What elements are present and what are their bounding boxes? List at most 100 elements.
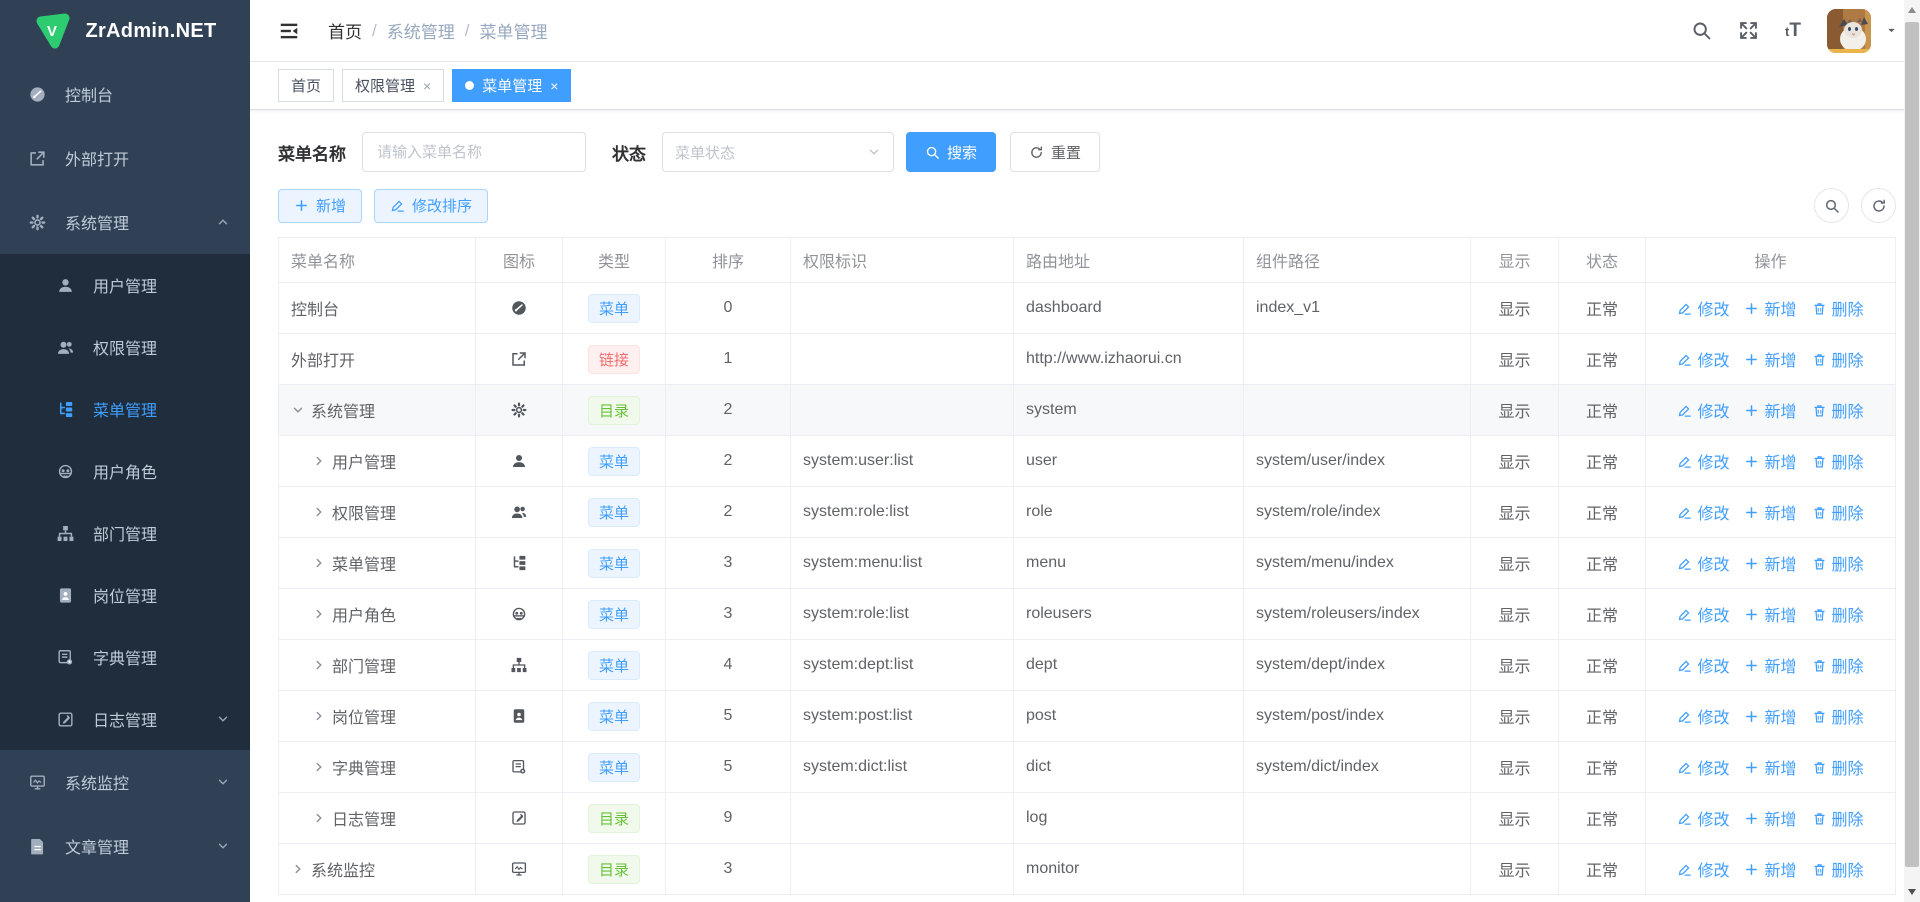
row-delete-link[interactable]: 删除 <box>1812 653 1864 677</box>
row-edit-link[interactable]: 修改 <box>1677 602 1729 626</box>
sidebar-item-log[interactable]: 日志管理 <box>0 688 250 750</box>
permission-cell: system:dict:list <box>791 742 1014 792</box>
row-add-link[interactable]: 新增 <box>1744 347 1796 371</box>
menu-name-cell: 字典管理 <box>279 742 476 792</box>
scrollbar-thumb[interactable] <box>1905 22 1919 867</box>
refresh-table-button[interactable] <box>1861 188 1896 223</box>
row-edit-link[interactable]: 修改 <box>1677 347 1729 371</box>
row-delete-link[interactable]: 删除 <box>1812 551 1864 575</box>
row-delete-link[interactable]: 删除 <box>1812 602 1864 626</box>
row-edit-link[interactable]: 修改 <box>1677 449 1729 473</box>
row-edit-link[interactable]: 修改 <box>1677 857 1729 881</box>
row-add-link[interactable]: 新增 <box>1744 398 1796 422</box>
menu-name-cell: 控制台 <box>279 283 476 333</box>
row-edit-link[interactable]: 修改 <box>1677 755 1729 779</box>
add-menu-button[interactable]: 新增 <box>278 189 362 223</box>
menu-type-cell: 菜单 <box>563 538 666 588</box>
row-add-link[interactable]: 新增 <box>1744 602 1796 626</box>
sidebar-item-user[interactable]: 用户管理 <box>0 254 250 316</box>
row-edit-link[interactable]: 修改 <box>1677 704 1729 728</box>
tab-menu-manage[interactable]: 菜单管理 <box>452 69 571 102</box>
tab-close-icon[interactable] <box>423 78 431 94</box>
row-delete-link-label: 删除 <box>1832 398 1864 422</box>
row-delete-link[interactable]: 删除 <box>1812 704 1864 728</box>
tab-role-manage[interactable]: 权限管理 <box>342 69 444 102</box>
sidebar-item-dict[interactable]: 字典管理 <box>0 626 250 688</box>
route-cell: monitor <box>1014 844 1244 894</box>
column-header-7: 显示 <box>1471 238 1559 282</box>
user-avatar[interactable] <box>1827 9 1871 53</box>
row-delete-link[interactable]: 删除 <box>1812 347 1864 371</box>
row-delete-link[interactable]: 删除 <box>1812 296 1864 320</box>
sidebar-item-post[interactable]: 岗位管理 <box>0 564 250 626</box>
browser-scrollbar[interactable] <box>1904 0 1920 902</box>
route-cell: dict <box>1014 742 1244 792</box>
sidebar-item-external[interactable]: 外部打开 <box>0 126 250 190</box>
breadcrumb-home[interactable]: 首页 <box>328 18 362 43</box>
row-add-link[interactable]: 新增 <box>1744 653 1796 677</box>
row-edit-link[interactable]: 修改 <box>1677 500 1729 524</box>
row-delete-link[interactable]: 删除 <box>1812 500 1864 524</box>
sidebar-item-gear[interactable]: 系统管理 <box>0 190 250 254</box>
row-add-link[interactable]: 新增 <box>1744 806 1796 830</box>
search-button[interactable]: 搜索 <box>906 132 996 172</box>
sidebar-item-dept[interactable]: 部门管理 <box>0 502 250 564</box>
row-add-link[interactable]: 新增 <box>1744 704 1796 728</box>
route-cell: system <box>1014 385 1244 435</box>
font-size-icon[interactable]: tT <box>1785 21 1801 40</box>
sidebar-item-users[interactable]: 权限管理 <box>0 316 250 378</box>
fullscreen-icon[interactable] <box>1738 20 1759 41</box>
row-add-link[interactable]: 新增 <box>1744 551 1796 575</box>
component-cell: system/dept/index <box>1244 640 1471 690</box>
scroll-up-arrow-icon[interactable] <box>1904 2 1920 18</box>
breadcrumb-system[interactable]: 系统管理 <box>387 18 455 43</box>
logo-bar[interactable]: V ZrAdmin.NET <box>0 0 250 62</box>
menu-type-cell: 菜单 <box>563 691 666 741</box>
tab-home[interactable]: 首页 <box>278 69 334 102</box>
reset-button[interactable]: 重置 <box>1010 132 1100 172</box>
row-delete-link[interactable]: 删除 <box>1812 449 1864 473</box>
users-icon <box>56 338 75 357</box>
row-add-link-label: 新增 <box>1764 602 1796 626</box>
show-search-toggle-button[interactable] <box>1814 188 1849 223</box>
column-header-3: 排序 <box>666 238 791 282</box>
row-add-link[interactable]: 新增 <box>1744 857 1796 881</box>
breadcrumb-separator: / <box>465 21 470 41</box>
sidebar-item-tree[interactable]: 菜单管理 <box>0 378 250 440</box>
row-add-link-label: 新增 <box>1764 551 1796 575</box>
row-edit-link[interactable]: 修改 <box>1677 653 1729 677</box>
row-edit-link[interactable]: 修改 <box>1677 806 1729 830</box>
tab-close-icon[interactable] <box>550 78 558 94</box>
sidebar-fold-icon[interactable] <box>278 20 300 42</box>
robot-icon <box>56 462 75 481</box>
header-search-icon[interactable] <box>1691 20 1712 41</box>
row-edit-link[interactable]: 修改 <box>1677 398 1729 422</box>
post-icon <box>510 707 528 725</box>
edit-sort-button[interactable]: 修改排序 <box>374 189 488 223</box>
log-icon <box>56 710 75 729</box>
scroll-down-arrow-icon[interactable] <box>1904 884 1920 900</box>
trash-icon <box>1812 607 1827 622</box>
status-select[interactable]: 菜单状态 <box>662 132 894 172</box>
row-add-link[interactable]: 新增 <box>1744 296 1796 320</box>
permission-cell: system:post:list <box>791 691 1014 741</box>
row-delete-link[interactable]: 删除 <box>1812 857 1864 881</box>
menu-name-text: 控制台 <box>291 296 339 320</box>
row-delete-link[interactable]: 删除 <box>1812 806 1864 830</box>
sidebar-item-article[interactable]: 文章管理 <box>0 814 250 878</box>
row-add-link[interactable]: 新增 <box>1744 500 1796 524</box>
row-delete-link[interactable]: 删除 <box>1812 755 1864 779</box>
row-add-link[interactable]: 新增 <box>1744 755 1796 779</box>
visible-cell: 显示 <box>1471 538 1559 588</box>
type-tag: 菜单 <box>588 498 640 527</box>
sidebar-item-robot[interactable]: 用户角色 <box>0 440 250 502</box>
sidebar-item-monitor[interactable]: 系统监控 <box>0 750 250 814</box>
avatar-caret-down-icon[interactable] <box>1885 24 1898 37</box>
row-delete-link[interactable]: 删除 <box>1812 398 1864 422</box>
type-tag: 目录 <box>588 396 640 425</box>
sidebar-item-dashboard[interactable]: 控制台 <box>0 62 250 126</box>
row-edit-link[interactable]: 修改 <box>1677 551 1729 575</box>
row-edit-link[interactable]: 修改 <box>1677 296 1729 320</box>
row-add-link[interactable]: 新增 <box>1744 449 1796 473</box>
menu-name-input[interactable] <box>362 132 586 172</box>
